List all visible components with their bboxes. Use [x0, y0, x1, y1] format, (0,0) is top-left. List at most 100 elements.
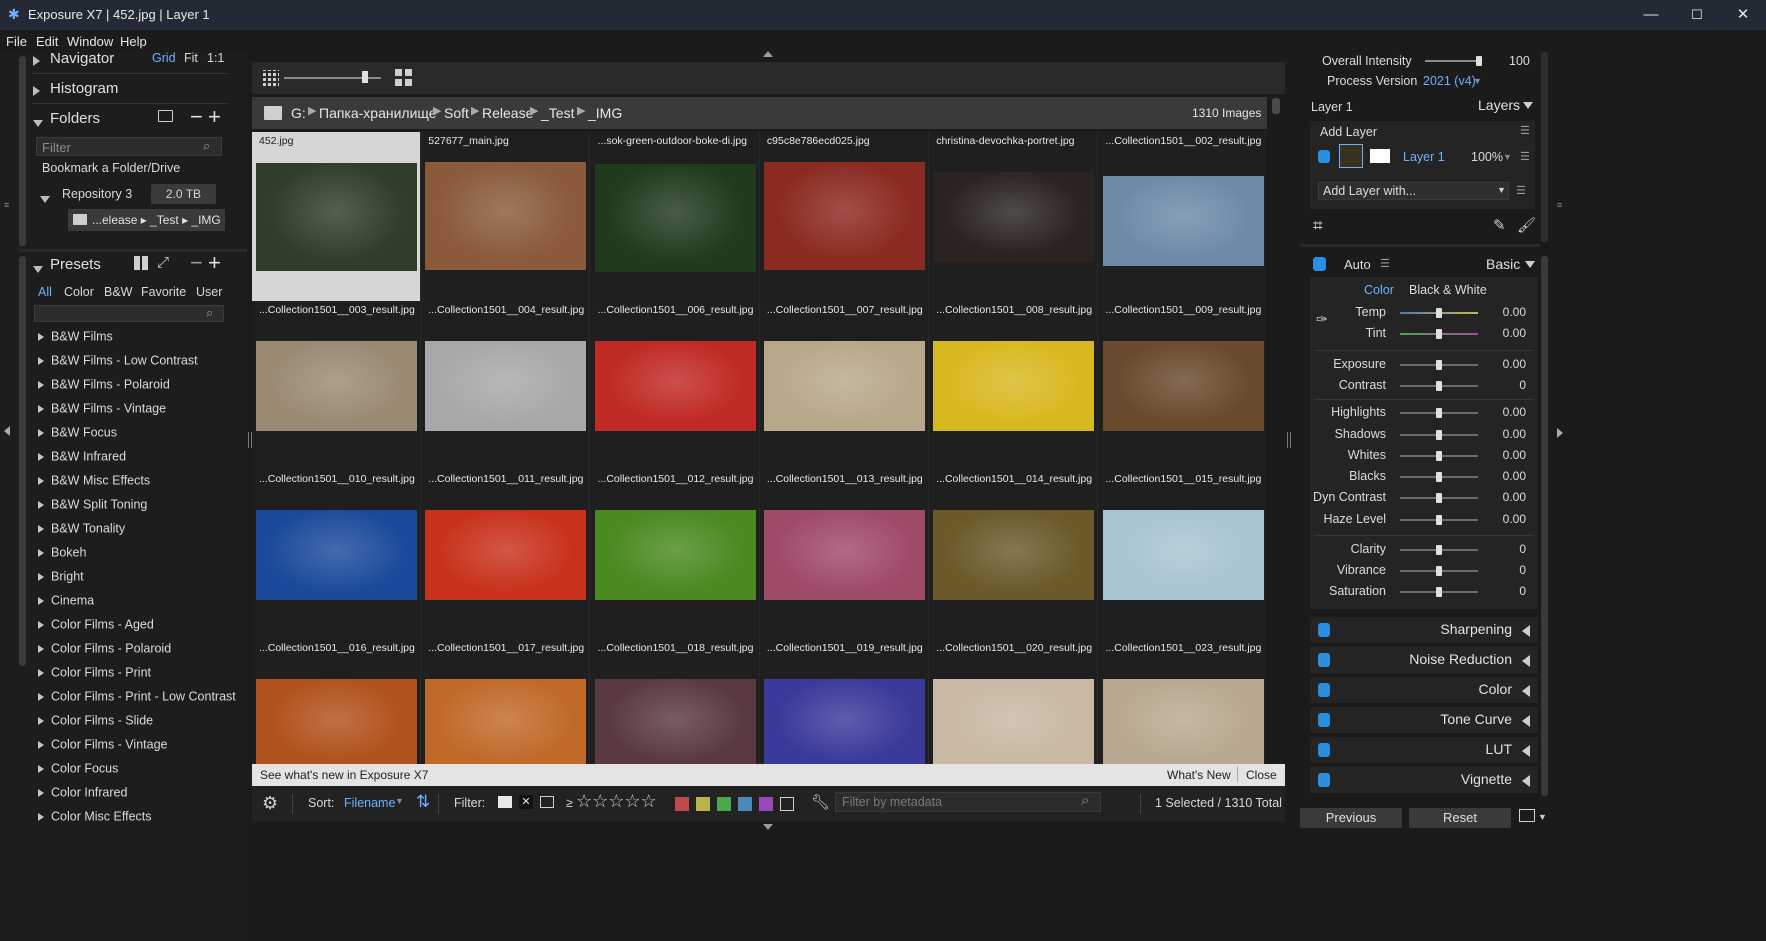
preset-folder-item[interactable]: Color Films - Vintage — [38, 737, 167, 761]
image-thumbnail[interactable] — [594, 164, 756, 272]
flag-pick-icon[interactable] — [498, 796, 512, 808]
adjustment-section[interactable]: Noise Reduction — [1310, 647, 1538, 673]
image-thumbnail[interactable] — [425, 510, 587, 600]
color-label-yellow[interactable] — [696, 796, 710, 811]
preset-tab-all[interactable]: All — [38, 285, 52, 299]
slider-knob[interactable] — [1436, 545, 1442, 555]
image-thumbnail-cell[interactable]: 452.jpg — [252, 132, 421, 301]
image-thumbnail[interactable] — [594, 679, 756, 764]
path-segment-4[interactable]: _Test — [541, 105, 574, 121]
image-thumbnail[interactable] — [425, 679, 587, 764]
adjustment-slider[interactable] — [1400, 381, 1478, 391]
folders-scrollbar[interactable] — [19, 56, 26, 246]
adjustment-slider[interactable] — [1400, 308, 1478, 318]
image-thumbnail-cell[interactable]: ...Collection1501__002_result.jpg — [1098, 132, 1267, 301]
preset-folder-item[interactable]: B&W Infrared — [38, 449, 126, 473]
path-segment-5[interactable]: _IMG — [588, 105, 622, 121]
add-folders-icon[interactable]: + — [208, 104, 221, 130]
nav-mode-1to1[interactable]: 1:1 — [207, 51, 224, 65]
image-thumbnail-cell[interactable]: ...Collection1501__023_result.jpg — [1098, 639, 1267, 764]
sort-dropdown[interactable]: Filename — [344, 796, 395, 810]
slider-value[interactable]: 0.00 — [1476, 490, 1526, 504]
preset-folder-item[interactable]: Color Films - Polaroid — [38, 641, 171, 665]
right-edge-grip-icon[interactable]: ≡ — [1557, 200, 1562, 210]
add-folder-icon[interactable] — [158, 110, 173, 122]
chevron-down-icon[interactable]: ▼ — [1538, 812, 1547, 822]
slider-knob[interactable] — [1436, 472, 1442, 482]
bookmark-folder-link[interactable]: Bookmark a Folder/Drive — [42, 161, 180, 175]
presets-scrollbar[interactable] — [19, 256, 26, 666]
chevron-down-icon[interactable] — [1523, 102, 1533, 109]
histogram-title[interactable]: Histogram — [50, 80, 118, 97]
section-toggle[interactable] — [1318, 683, 1330, 697]
slider-knob[interactable] — [1436, 329, 1442, 339]
image-thumbnail-cell[interactable]: ...Collection1501__020_result.jpg — [929, 639, 1099, 764]
image-thumbnail[interactable] — [256, 510, 417, 600]
image-thumbnail-cell[interactable]: ...Collection1501__003_result.jpg — [252, 301, 421, 470]
preset-folder-item[interactable]: Color Films - Print - Low Contrast — [38, 689, 236, 713]
slider-knob[interactable] — [1436, 451, 1442, 461]
layers-title[interactable]: Layers — [1478, 97, 1520, 113]
image-thumbnail-cell[interactable]: 527677_main.jpg — [421, 132, 591, 301]
navigator-toggle-icon[interactable] — [33, 54, 40, 69]
presets-toggle-icon[interactable] — [33, 261, 43, 276]
add-preset-icon[interactable]: + — [208, 250, 221, 276]
adjustment-slider[interactable] — [1400, 430, 1478, 440]
adjustment-section[interactable]: LUT — [1310, 737, 1538, 763]
menu-window[interactable]: Window — [67, 34, 113, 49]
reset-button[interactable]: Reset — [1409, 808, 1511, 828]
menu-icon[interactable]: ☰ — [1380, 257, 1390, 270]
preset-folder-item[interactable]: Color Infrared — [38, 785, 127, 809]
menu-icon[interactable]: ☰ — [1516, 184, 1526, 197]
layer-row-name[interactable]: Layer 1 — [1403, 150, 1445, 164]
slider-knob[interactable] — [1436, 308, 1442, 318]
slider-value[interactable]: 0 — [1476, 542, 1526, 556]
menu-icon[interactable]: ☰ — [1520, 124, 1530, 137]
preset-folder-item[interactable]: B&W Films - Low Contrast — [38, 353, 198, 377]
collapse-folders-icon[interactable]: − — [190, 104, 203, 130]
image-thumbnail-cell[interactable]: ...Collection1501__016_result.jpg — [252, 639, 421, 764]
preset-folder-item[interactable]: B&W Films - Polaroid — [38, 377, 170, 401]
preset-folder-item[interactable]: B&W Films - Vintage — [38, 401, 166, 425]
preset-folder-item[interactable]: Bokeh — [38, 545, 86, 569]
image-thumbnail-cell[interactable]: ...Collection1501__007_result.jpg — [759, 301, 929, 470]
slider-value[interactable]: 0.00 — [1476, 469, 1526, 483]
collapse-bottom-icon[interactable] — [763, 824, 773, 830]
auto-button[interactable]: Auto — [1344, 257, 1371, 272]
slider-value[interactable]: 0 — [1476, 378, 1526, 392]
slider-value[interactable]: 0.00 — [1476, 448, 1526, 462]
flag-unflagged-icon[interactable] — [540, 796, 554, 808]
compare-view-icon[interactable] — [1519, 809, 1535, 822]
image-thumbnail[interactable] — [763, 679, 925, 764]
path-segment-2[interactable]: Soft — [444, 105, 469, 121]
path-drive[interactable]: G: — [291, 105, 306, 121]
image-thumbnail[interactable] — [933, 510, 1095, 600]
left-edge-grip-icon[interactable]: ≡ — [4, 200, 10, 210]
slider-knob[interactable] — [1436, 515, 1442, 525]
preset-folder-item[interactable]: B&W Films — [38, 329, 113, 353]
repository-name[interactable]: Repository 3 — [62, 187, 132, 201]
color-label-purple[interactable] — [759, 796, 773, 811]
overall-intensity-slider[interactable] — [1425, 56, 1482, 66]
image-thumbnail-cell[interactable]: ...Collection1501__018_result.jpg — [590, 639, 760, 764]
navigator-title[interactable]: Navigator — [50, 50, 114, 67]
slider-knob[interactable] — [1436, 566, 1442, 576]
preset-tab-user[interactable]: User — [196, 285, 222, 299]
chevron-down-icon[interactable] — [1525, 261, 1535, 268]
adjustment-slider[interactable] — [1400, 515, 1478, 525]
adjustment-section[interactable]: Color — [1310, 677, 1538, 703]
nav-mode-fit[interactable]: Fit — [184, 51, 198, 65]
image-thumbnail-cell[interactable]: ...Collection1501__006_result.jpg — [590, 301, 760, 470]
process-version-dropdown[interactable]: 2021 (v4) — [1423, 74, 1476, 88]
chevron-down-icon[interactable]: ▼ — [1503, 152, 1512, 162]
close-notice-button[interactable]: Close — [1246, 768, 1277, 782]
slider-knob[interactable] — [1436, 360, 1442, 370]
image-thumbnail[interactable] — [1102, 341, 1264, 431]
image-thumbnail[interactable] — [763, 162, 925, 270]
crop-icon[interactable]: ⌗ — [1313, 216, 1323, 236]
large-thumbs-icon[interactable] — [395, 69, 412, 86]
preset-folder-item[interactable]: B&W Misc Effects — [38, 473, 150, 497]
image-thumbnail-cell[interactable]: ...Collection1501__012_result.jpg — [590, 470, 760, 639]
section-toggle[interactable] — [1318, 653, 1330, 667]
adjustments-scrollbar[interactable] — [1541, 256, 1548, 796]
